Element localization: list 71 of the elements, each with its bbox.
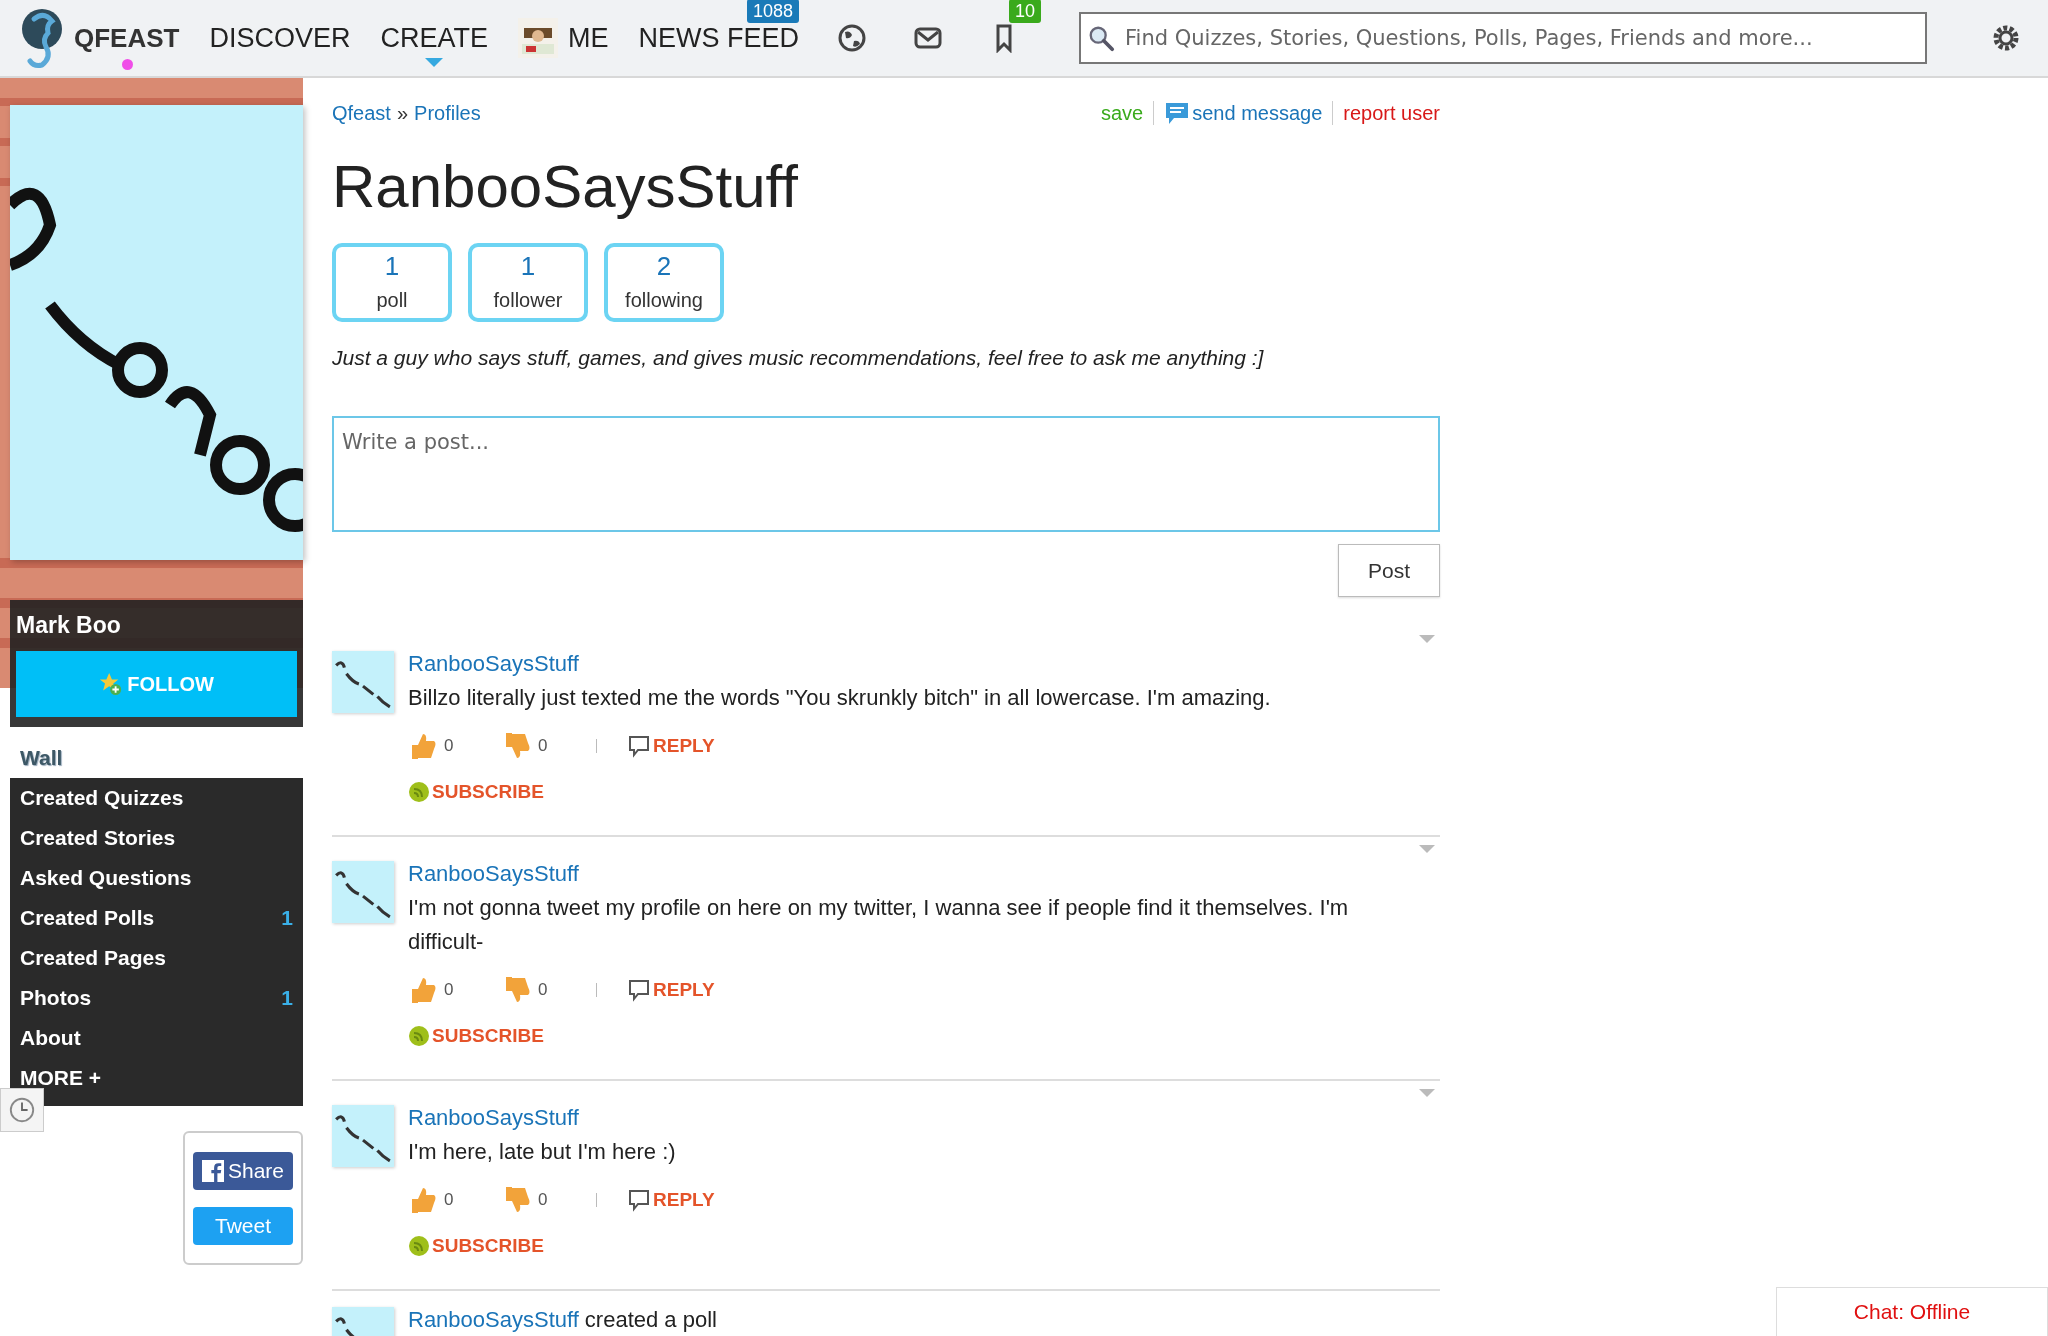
post-field[interactable]: Write a post...: [332, 416, 1440, 532]
breadcrumb-link[interactable]: Profiles: [414, 101, 481, 125]
speech-bubble-icon: [1164, 100, 1191, 126]
profile-title: RanbooSaysStuff: [332, 152, 799, 221]
count-badge: 1088: [746, 0, 799, 23]
sidebar-item[interactable]: Created Polls 1: [10, 898, 303, 938]
nav-link[interactable]: ME: [518, 0, 609, 77]
breadcrumb-separator: »: [396, 101, 409, 125]
speech-bubble-icon: [627, 734, 651, 758]
speech-bubble-icon: [627, 978, 651, 1002]
reply-button[interactable]: REPLY: [627, 1188, 715, 1212]
subscribe-button[interactable]: SUBSCRIBE: [408, 781, 544, 803]
nav-link[interactable]: CREATE: [380, 0, 488, 77]
star-plus-icon: [99, 672, 124, 696]
dislike-button[interactable]: 0: [502, 731, 596, 761]
sidebar-item[interactable]: Created Pages: [10, 938, 303, 978]
dislike-button[interactable]: 0: [502, 975, 596, 1005]
chat-status[interactable]: Chat: Offline: [1776, 1287, 2048, 1336]
site-logo[interactable]: QFEAST: [74, 22, 180, 54]
stat-button[interactable]: 1 follower: [468, 243, 588, 322]
post-text: I'm here, late but I'm here :): [408, 1138, 677, 1166]
clock-button[interactable]: [0, 1088, 44, 1132]
feed-icon: [408, 781, 430, 803]
count-badge: 10: [1009, 0, 1041, 23]
like-button[interactable]: 0: [408, 1185, 502, 1215]
dropdown-caret-icon: [1419, 1089, 1435, 1099]
count-label: 1: [281, 906, 293, 930]
settings-icon[interactable]: [1991, 23, 2021, 53]
dropdown-caret-icon: [1419, 635, 1435, 645]
search-icon: [1087, 24, 1115, 52]
post-button[interactable]: Post: [1338, 544, 1440, 597]
author-link[interactable]: RanbooSaysStuff: [408, 861, 579, 887]
sidebar-item[interactable]: Created Quizzes: [10, 778, 303, 818]
author-link[interactable]: RanbooSaysStuff: [408, 651, 579, 677]
speech-bubble-icon: [627, 1188, 651, 1212]
message-link[interactable]: send message: [1164, 100, 1323, 126]
activity-text: created a poll: [584, 1307, 717, 1333]
reply-button[interactable]: REPLY: [627, 978, 715, 1002]
post-text: Billzo literally just texted me the words "You skrunkly bitch" in all lowercase. I'm amazing.: [408, 684, 1272, 712]
nav-link[interactable]: NEWS FEED 1088: [638, 0, 799, 77]
sidebar-item[interactable]: Photos 1: [10, 978, 303, 1018]
subscribe-button[interactable]: SUBSCRIBE: [408, 1235, 544, 1257]
profile-name: Mark Boo: [16, 612, 122, 639]
breadcrumb-link[interactable]: Qfeast: [332, 101, 391, 125]
dropdown-caret-icon: [1419, 845, 1435, 855]
feed-icon: [408, 1235, 430, 1257]
author-link[interactable]: RanbooSaysStuff: [408, 1307, 579, 1333]
like-button[interactable]: 0: [408, 975, 502, 1005]
post-text: I'm not gonna tweet my profile on here on my twitter, I wanna see if people find it themselves. I'm difficult-: [408, 894, 1350, 956]
report-link[interactable]: report user: [1343, 101, 1440, 125]
feed-icon: [408, 1025, 430, 1047]
clock-icon: [8, 1096, 36, 1124]
bio-text: Just a guy who says stuff, games, and gives music recommendations, feel free to ask me anything :]: [332, 346, 1265, 370]
nav-link[interactable]: DISCOVER: [209, 0, 351, 77]
globe-icon[interactable]: [837, 23, 867, 53]
facebook-icon: [201, 1159, 224, 1182]
author-link[interactable]: RanbooSaysStuff: [408, 1105, 579, 1131]
sidebar-item[interactable]: Asked Questions: [10, 858, 303, 898]
dislike-button[interactable]: 0: [502, 1185, 596, 1215]
sidebar-item[interactable]: Created Stories: [10, 818, 303, 858]
search-field[interactable]: Find Quizzes, Stories, Questions, Polls, Pages, Friends and more...: [1079, 12, 1927, 64]
stat-button[interactable]: 1 poll: [332, 243, 452, 322]
sidebar-item[interactable]: About: [10, 1018, 303, 1058]
count-label: 1: [281, 986, 293, 1010]
reply-button[interactable]: REPLY: [627, 734, 715, 758]
like-button[interactable]: 0: [408, 731, 502, 761]
subscribe-button[interactable]: SUBSCRIBE: [408, 1025, 544, 1047]
sidebar-item[interactable]: Wall: [10, 738, 303, 778]
stat-button[interactable]: 2 following: [604, 243, 724, 322]
sidebar-item[interactable]: MORE +: [10, 1058, 303, 1098]
share-button[interactable]: Share: [193, 1151, 293, 1190]
